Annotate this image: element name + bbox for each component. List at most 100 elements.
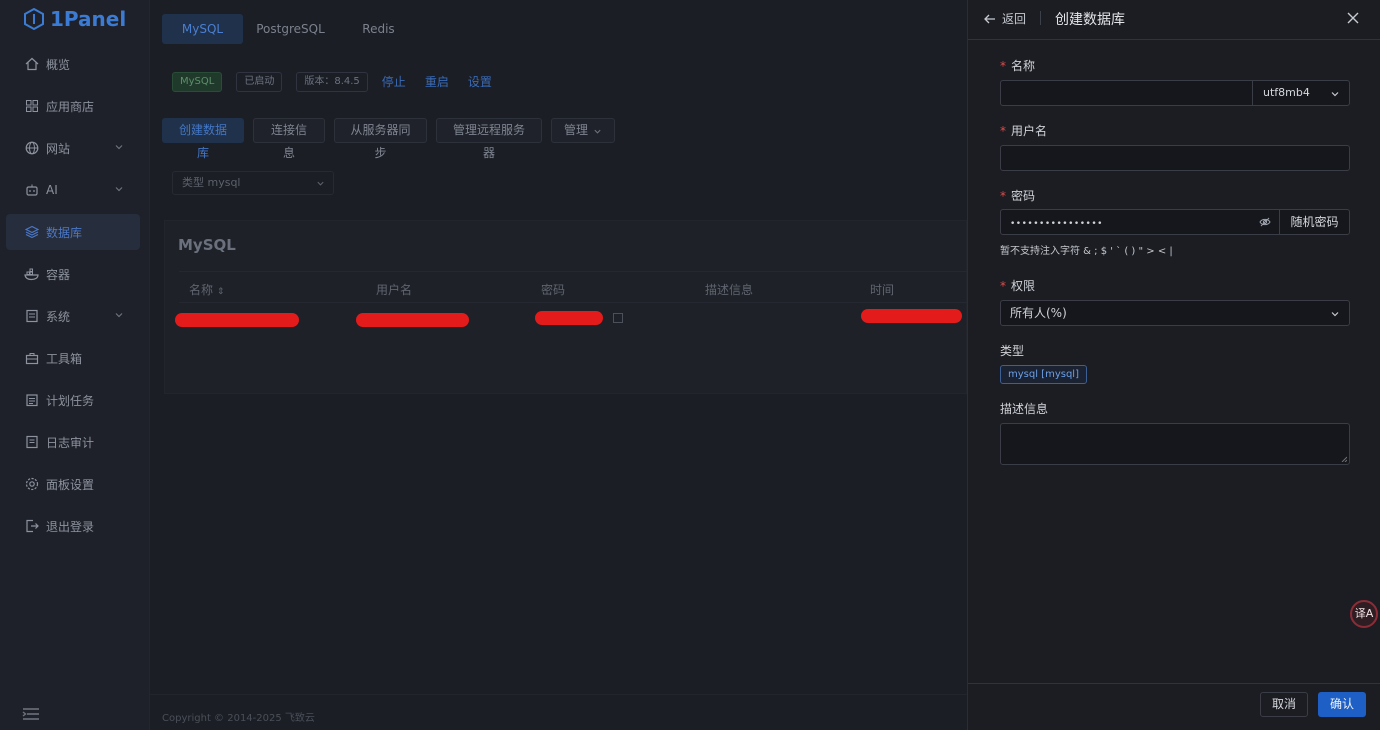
sidebar-item-overview[interactable]: 概览 (6, 46, 140, 82)
sidebar-item-label: 系统 (46, 309, 71, 324)
service-status-bar: MySQL 已启动 版本：8.4.5 停止 重启 设置 (172, 71, 511, 92)
redacted-time (861, 309, 962, 323)
footer-divider (150, 694, 967, 695)
cancel-button[interactable]: 取消 (1260, 692, 1308, 717)
chevron-down-icon (115, 313, 123, 318)
charset-value: utf8mb4 (1263, 86, 1310, 99)
permission-select[interactable]: 所有人(%) (1000, 300, 1350, 326)
sidebar-item-label: 计划任务 (46, 393, 95, 408)
sidebar-item-cron[interactable]: 计划任务 (6, 382, 140, 418)
restart-link[interactable]: 重启 (425, 73, 449, 90)
sidebar-item-website[interactable]: 网站 (6, 130, 140, 166)
chevron-down-icon (1331, 312, 1339, 317)
version-tag: 版本：8.4.5 (296, 71, 368, 92)
apps-icon (24, 98, 40, 114)
logout-icon (24, 518, 40, 534)
chevron-down-icon (115, 187, 123, 192)
type-filter-value: 类型 mysql (182, 176, 241, 189)
tab-redis[interactable]: Redis (338, 14, 419, 44)
toolbox-icon (24, 350, 40, 366)
tab-postgresql[interactable]: PostgreSQL (250, 14, 331, 44)
password-input[interactable]: •••••••••••••••• 随机密码 (1000, 209, 1350, 235)
create-database-button[interactable]: 创建数据库 (162, 118, 244, 160)
stop-link[interactable]: 停止 (382, 73, 406, 90)
gear-icon (24, 476, 40, 492)
robot-icon (24, 182, 40, 198)
sidebar-item-panel-settings[interactable]: 面板设置 (6, 466, 140, 502)
sidebar-item-label: AI (46, 183, 58, 197)
sidebar-item-ai[interactable]: AI (6, 172, 140, 208)
type-filter-select[interactable]: 类型 mysql (172, 171, 334, 195)
name-label: * 名称 (1000, 59, 1036, 73)
random-password-button[interactable]: 随机密码 (1279, 210, 1349, 234)
username-input[interactable] (1000, 145, 1350, 171)
log-icon (24, 434, 40, 450)
translate-fab-button[interactable]: 译A (1350, 600, 1378, 628)
chevron-down-icon (1331, 92, 1339, 97)
charset-select[interactable]: utf8mb4 (1252, 81, 1349, 105)
username-label: * 用户名 (1000, 124, 1048, 138)
manage-dropdown-label: 管理 (564, 123, 589, 137)
column-header-password: 密码 (541, 283, 566, 297)
card-title: MySQL (178, 236, 236, 254)
redacted-username (356, 313, 469, 327)
database-table-card: MySQL 名称 ⇕ 用户名 密码 描述信息 时间 (164, 220, 968, 394)
manage-remote-servers-button[interactable]: 管理远程服务器 (436, 118, 542, 160)
sidebar-item-label: 数据库 (46, 225, 83, 240)
drawer-title: 创建数据库 (1055, 12, 1125, 28)
sync-from-server-button[interactable]: 从服务器同步 (334, 118, 427, 160)
sidebar-item-logout[interactable]: 退出登录 (6, 508, 140, 544)
column-header-time: 时间 (870, 283, 895, 297)
sidebar-item-database[interactable]: 数据库 (6, 214, 140, 250)
app-name-tag: MySQL (172, 71, 223, 92)
app-root: 1Panel 概览 应用商店 网站 AI 数据库 容器 系统 工具箱 计划任务 … (0, 0, 1380, 730)
name-input[interactable]: utf8mb4 (1000, 80, 1350, 106)
sidebar-item-log-audit[interactable]: 日志审计 (6, 424, 140, 460)
drawer-footer-divider (968, 683, 1380, 684)
globe-icon (24, 140, 40, 156)
permission-value: 所有人(%) (1010, 306, 1067, 320)
resize-handle-icon[interactable] (1341, 456, 1347, 462)
redacted-password (535, 311, 603, 325)
calendar-icon (24, 392, 40, 408)
container-icon (24, 266, 40, 282)
column-header-username: 用户名 (376, 283, 413, 297)
sidebar-item-label: 工具箱 (46, 351, 83, 366)
chevron-down-icon (317, 181, 324, 186)
logo-text: 1Panel (50, 7, 127, 31)
description-label: 描述信息 (1000, 402, 1049, 416)
confirm-button[interactable]: 确认 (1318, 692, 1366, 717)
close-icon[interactable] (1347, 12, 1359, 24)
sidebar-item-container[interactable]: 容器 (6, 256, 140, 292)
sidebar-item-label: 面板设置 (46, 477, 95, 492)
copy-icon[interactable] (613, 313, 623, 323)
menu-collapse-icon[interactable] (22, 706, 40, 722)
table-header: 名称 ⇕ 用户名 密码 描述信息 时间 (179, 271, 968, 303)
redacted-name (175, 313, 299, 327)
sidebar-item-toolbox[interactable]: 工具箱 (6, 340, 140, 376)
chevron-down-icon (115, 145, 123, 150)
sort-icon: ⇕ (216, 287, 225, 297)
chevron-down-icon (594, 129, 601, 134)
header-divider (1040, 11, 1041, 25)
sidebar-item-system[interactable]: 系统 (6, 298, 140, 334)
sidebar-item-label: 退出登录 (46, 519, 95, 534)
home-icon (24, 56, 40, 72)
tab-mysql[interactable]: MySQL (162, 14, 243, 44)
drawer-header: 返回 创建数据库 (968, 0, 1380, 40)
back-button[interactable]: 返回 (984, 10, 1026, 27)
column-header-name[interactable]: 名称 ⇕ (189, 281, 224, 298)
layers-icon (24, 224, 40, 240)
sidebar-item-label: 网站 (46, 141, 71, 156)
sidebar-item-appstore[interactable]: 应用商店 (6, 88, 140, 124)
connection-info-button[interactable]: 连接信息 (253, 118, 325, 160)
description-textarea[interactable] (1000, 423, 1350, 465)
column-header-description: 描述信息 (705, 283, 754, 297)
eye-off-icon[interactable] (1259, 216, 1271, 228)
sidebar: 1Panel 概览 应用商店 网站 AI 数据库 容器 系统 工具箱 计划任务 … (0, 0, 150, 730)
settings-link[interactable]: 设置 (468, 73, 492, 90)
copyright-text: Copyright © 2014-2025 飞致云 (162, 713, 315, 724)
manage-dropdown-button[interactable]: 管理 (551, 118, 615, 143)
sidebar-item-label: 应用商店 (46, 99, 95, 114)
logo[interactable]: 1Panel (24, 6, 126, 32)
